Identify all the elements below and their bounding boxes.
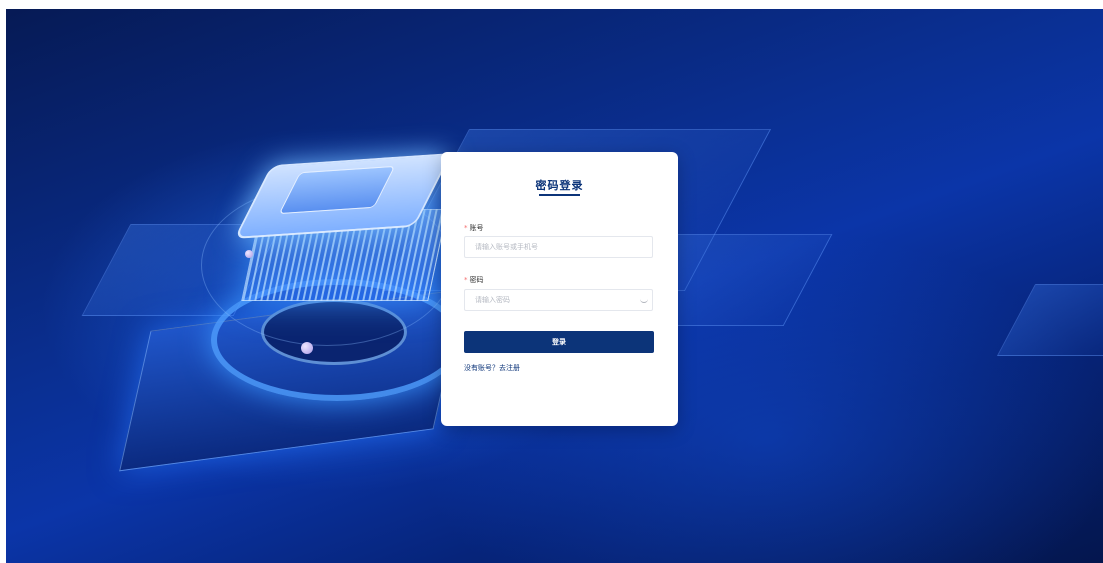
login-button[interactable]: 登录 xyxy=(464,331,654,353)
login-background: 密码登录 * 账号 请输入账号或手机号 * 密码 请输入密码 登录 没有账号？去注册 xyxy=(6,9,1103,563)
login-card: 密码登录 * 账号 请输入账号或手机号 * 密码 请输入密码 登录 没有账号？去注册 xyxy=(441,152,678,426)
account-placeholder: 请输入账号或手机号 xyxy=(475,243,538,251)
account-label: * 账号 xyxy=(464,223,484,233)
account-label-text: 账号 xyxy=(469,224,484,232)
register-prompt-text: 没有账号？ xyxy=(464,364,499,372)
register-link[interactable]: 去注册 xyxy=(499,364,520,372)
eye-closed-icon[interactable] xyxy=(640,298,648,303)
password-input[interactable]: 请输入密码 xyxy=(464,289,653,311)
required-mark: * xyxy=(464,224,468,232)
required-mark: * xyxy=(464,276,468,284)
background-tile xyxy=(996,284,1103,356)
title-underline xyxy=(539,194,580,196)
password-placeholder: 请输入密码 xyxy=(475,296,510,304)
account-input[interactable]: 请输入账号或手机号 xyxy=(464,236,653,258)
password-label: * 密码 xyxy=(464,275,484,285)
password-label-text: 密码 xyxy=(469,276,484,284)
orb-decoration xyxy=(245,250,253,258)
orb-decoration xyxy=(301,342,313,354)
page-title: 密码登录 xyxy=(535,179,584,192)
register-prompt: 没有账号？去注册 xyxy=(464,363,520,373)
